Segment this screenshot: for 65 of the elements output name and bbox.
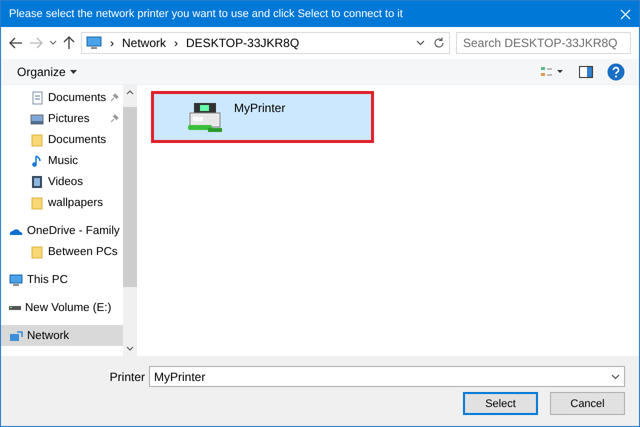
printer-icon [188, 101, 224, 135]
refresh-icon[interactable] [433, 37, 445, 49]
sidebar-item[interactable]: Music [1, 150, 123, 171]
sidebar-item[interactable]: Videos [1, 171, 123, 192]
film-icon [30, 174, 44, 188]
sidebar-label: New Volume (E:) [25, 302, 112, 314]
breadcrumb-item[interactable]: DESKTOP-33JKR8Q [186, 36, 300, 50]
sidebar-label: Documents [48, 92, 106, 104]
folder-icon [30, 244, 44, 258]
pin-icon [110, 114, 119, 123]
printer-combo-box[interactable]: MyPrinter [149, 366, 625, 387]
sidebar-label: Between PCs [48, 246, 118, 258]
printer-name: MyPrinter [234, 101, 286, 115]
chevron-down-icon[interactable] [49, 40, 57, 46]
address-bar[interactable]: › Network › DESKTOP-33JKR8Q [81, 32, 450, 54]
chevron-down-icon[interactable] [416, 40, 425, 46]
monitor-icon [9, 272, 23, 286]
preview-pane-icon[interactable] [579, 66, 593, 78]
breadcrumb-separator: › [174, 36, 178, 50]
sidebar-label: This PC [27, 274, 68, 286]
search-field[interactable]: Search DESKTOP-33JKR8Q [456, 32, 631, 54]
sidebar-label: Music [48, 154, 78, 166]
dialog-button[interactable]: Cancel [550, 392, 625, 415]
close-icon[interactable] [620, 8, 631, 20]
chevron-up-icon[interactable] [126, 89, 134, 95]
sidebar-item[interactable]: Network [1, 325, 123, 346]
sidebar-item[interactable]: Pictures [1, 108, 123, 129]
organize-menu[interactable]: Organize [17, 64, 66, 78]
sidebar-item[interactable]: Documents [1, 87, 123, 108]
sidebar-item[interactable]: This PC [1, 269, 123, 290]
breadcrumb-item[interactable]: Network [122, 36, 166, 50]
scrollbar[interactable] [123, 85, 137, 356]
help-icon[interactable] [607, 62, 625, 80]
up-arrow-icon[interactable] [63, 36, 75, 50]
dialog-button[interactable]: Select [463, 392, 538, 415]
sidebar-item[interactable]: wallpapers [1, 192, 123, 213]
sidebar-label: Documents [48, 134, 106, 146]
monitor-icon [86, 36, 102, 50]
printer-item[interactable]: MyPrinter [151, 91, 374, 143]
combo-value: MyPrinter [154, 370, 206, 384]
sidebar-label: Pictures [48, 112, 90, 124]
view-options-icon[interactable] [541, 66, 565, 78]
sidebar-item[interactable]: Documents [1, 129, 123, 150]
scrollbar-thumb[interactable] [123, 107, 137, 287]
folder-icon [30, 196, 44, 210]
caret-icon[interactable] [70, 70, 77, 74]
pin-icon [110, 93, 119, 102]
chevron-down-icon[interactable] [611, 374, 620, 380]
chevron-down-icon[interactable] [126, 346, 134, 352]
printer-field-label: Printer [110, 370, 145, 384]
window-title: Please select the network printer you want to use and click Select to connect to it [9, 8, 403, 20]
folder-icon [30, 132, 44, 146]
sidebar-item[interactable]: New Volume (E:) [1, 297, 123, 318]
sidebar-label: Network [27, 330, 70, 342]
drive-icon [9, 306, 21, 310]
sidebar-label: Videos [48, 176, 83, 188]
sidebar-item[interactable]: Between PCs [1, 241, 123, 262]
picture-icon [30, 112, 44, 126]
sidebar-item[interactable]: OneDrive - Family [1, 220, 123, 241]
back-arrow-icon[interactable] [9, 37, 23, 49]
breadcrumb-separator: › [110, 36, 114, 50]
network-icon [9, 328, 23, 342]
sidebar-label: OneDrive - Family [27, 224, 120, 236]
sidebar-label: wallpapers [48, 196, 103, 208]
document-icon [30, 90, 44, 104]
